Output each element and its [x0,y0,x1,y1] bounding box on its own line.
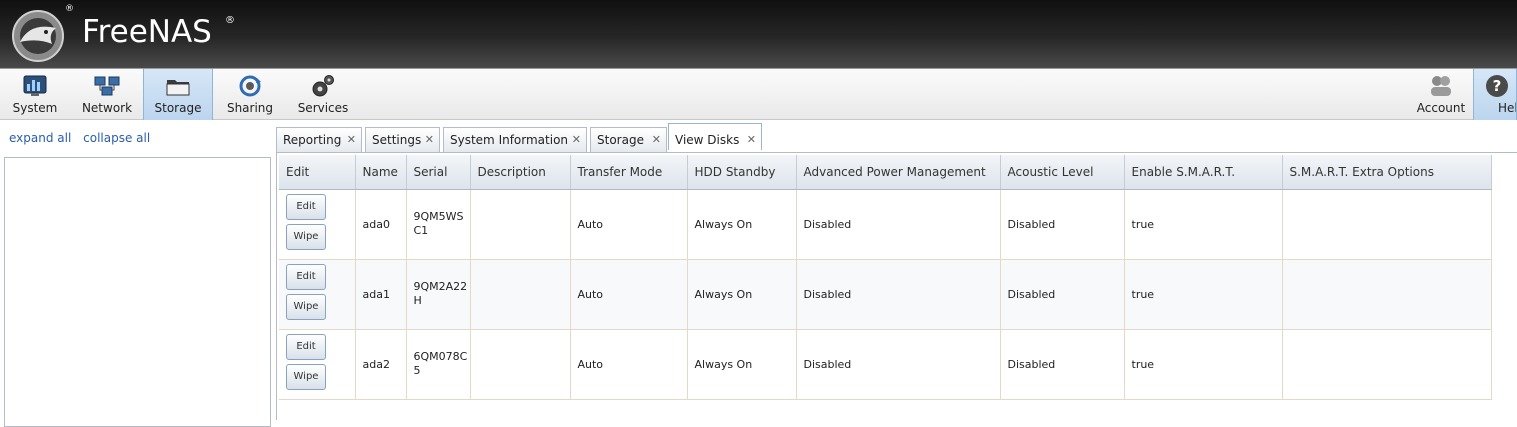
cell-smart: true [1124,189,1283,260]
cell-name: ada2 [355,329,407,400]
column-header-acoustic-level[interactable]: Acoustic Level [1000,155,1125,190]
cell-apm: Disabled [796,259,1001,330]
view-disks-panel: Edit Name Serial Description Transfer Mo… [276,152,1517,420]
toolbar-storage-button[interactable]: Storage [143,69,213,120]
tab-view-disks[interactable]: View Disks ✕ [668,123,762,150]
tab-reporting-label: Reporting [283,133,342,147]
sharing-arrows-icon [239,75,261,97]
tree-controls: expand all collapse all [9,131,158,145]
tab-settings[interactable]: Settings ✕ [365,127,440,152]
help-question-icon: ? [1486,75,1508,97]
toolbar-system-button[interactable]: System [6,69,64,120]
cell-description [470,189,571,260]
expand-all-link[interactable]: expand all [9,131,71,145]
wipe-button[interactable]: Wipe [286,364,326,390]
cell-transfer-mode: Auto [570,189,688,260]
main-toolbar: System Network Storage Sharing Services … [0,68,1517,120]
column-header-apm[interactable]: Advanced Power Management [796,155,1001,190]
column-header-serial[interactable]: Serial [406,155,471,190]
toolbar-network-label: Network [81,101,133,115]
cell-hdd-standby: Always On [687,189,797,260]
wipe-button[interactable]: Wipe [286,294,326,320]
close-icon[interactable]: ✕ [425,133,434,146]
close-icon[interactable]: ✕ [652,133,661,146]
column-header-description[interactable]: Description [470,155,571,190]
toolbar-account-button[interactable]: Account [1410,69,1472,120]
cell-name: ada1 [355,259,407,330]
close-icon[interactable]: ✕ [747,133,756,146]
table-header-row: Edit Name Serial Description Transfer Mo… [279,155,1492,190]
cell-transfer-mode: Auto [570,329,688,400]
column-header-enable-smart[interactable]: Enable S.M.A.R.T. [1124,155,1283,190]
tab-system-information[interactable]: System Information ✕ [443,127,587,152]
column-header-hdd-standby[interactable]: HDD Standby [687,155,797,190]
tab-view-disks-label: View Disks [675,133,740,147]
brand-registered-mark: ® [225,15,235,26]
cell-serial: 6QM078C5 [413,350,468,377]
table-row[interactable]: Edit Wipe ada1 9QM2A22H Auto Always On Di… [279,259,1492,330]
toolbar-sharing-label: Sharing [226,101,274,115]
toolbar-services-label: Services [297,101,349,115]
toolbar-sharing-button[interactable]: Sharing [220,69,280,120]
cell-acoustic: Disabled [1000,189,1125,260]
cell-name: ada0 [355,189,407,260]
svg-text:?: ? [1493,77,1502,95]
toolbar-services-button[interactable]: Services [290,69,356,120]
column-header-smart-extra-options[interactable]: S.M.A.R.T. Extra Options [1282,155,1492,190]
close-icon[interactable]: ✕ [572,133,581,146]
cell-smart: true [1124,329,1283,400]
cell-description [470,329,571,400]
toolbar-account-label: Account [1416,101,1466,115]
system-monitor-icon [23,75,47,96]
tab-storage[interactable]: Storage ✕ [590,127,667,152]
toolbar-storage-label: Storage [154,101,202,115]
column-header-edit[interactable]: Edit [279,155,356,190]
cell-acoustic: Disabled [1000,329,1125,400]
tab-storage-label: Storage [597,133,644,147]
toolbar-network-button[interactable]: Network [76,69,138,120]
cell-smart-extra [1282,189,1492,260]
tab-settings-label: Settings [372,133,422,147]
cell-hdd-standby: Always On [687,259,797,330]
close-icon[interactable]: ✕ [347,133,356,146]
cell-apm: Disabled [796,189,1001,260]
logo-registered-mark: ® [65,4,74,14]
brand-name: FreeNAS [82,14,212,50]
disks-table: Edit Name Serial Description Transfer Mo… [279,155,1492,400]
services-gears-icon [312,75,334,97]
wipe-button[interactable]: Wipe [286,224,326,250]
edit-button[interactable]: Edit [286,194,326,220]
table-row[interactable]: Edit Wipe ada2 6QM078C5 Auto Always On Di… [279,329,1492,400]
cell-hdd-standby: Always On [687,329,797,400]
cell-smart-extra [1282,259,1492,330]
toolbar-help-button[interactable]: ? Help [1473,69,1517,120]
edit-button[interactable]: Edit [286,334,326,360]
tab-system-information-label: System Information [450,133,569,147]
collapse-all-link[interactable]: collapse all [83,131,150,145]
cell-apm: Disabled [796,329,1001,400]
toolbar-help-label: Help [1498,101,1516,115]
column-header-name[interactable]: Name [355,155,407,190]
account-users-icon [1431,76,1451,96]
navigation-tree-panel[interactable] [4,157,271,427]
cell-transfer-mode: Auto [570,259,688,330]
tab-reporting[interactable]: Reporting ✕ [276,127,362,152]
cell-description [470,259,571,330]
toolbar-system-label: System [12,101,58,115]
cell-acoustic: Disabled [1000,259,1125,330]
edit-button[interactable]: Edit [286,264,326,290]
cell-serial: 9QM5WSC1 [413,210,464,237]
storage-folder-icon [166,80,190,96]
cell-smart-extra [1282,329,1492,400]
cell-serial: 9QM2A22H [413,280,468,307]
network-computers-icon [94,76,120,96]
column-header-transfer-mode[interactable]: Transfer Mode [570,155,688,190]
table-row[interactable]: Edit Wipe ada0 9QM5WSC1 Auto Always On Di… [279,189,1492,260]
cell-smart: true [1124,259,1283,330]
app-header: ® FreeNAS ® [0,0,1517,68]
